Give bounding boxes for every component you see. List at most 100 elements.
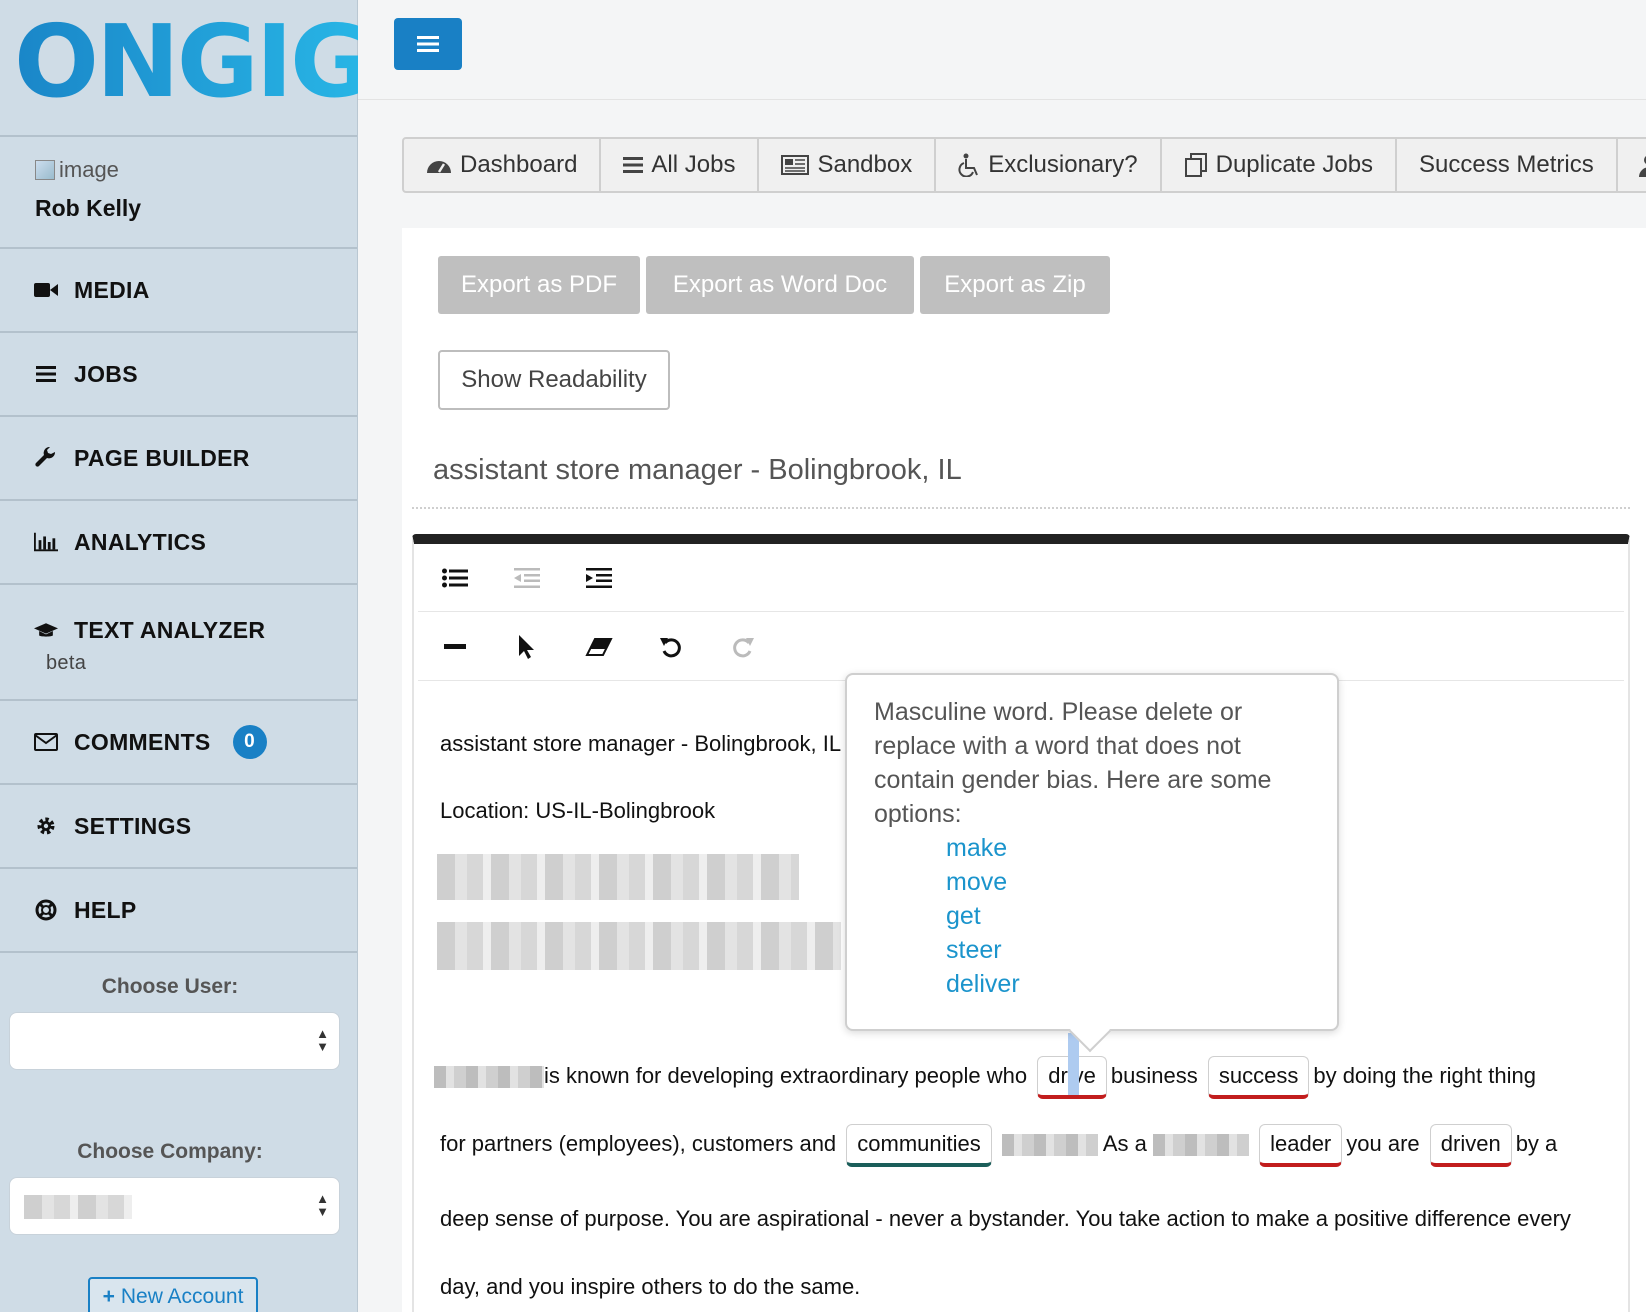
redacted-text-block [437, 854, 799, 900]
redacted-text [1152, 1134, 1249, 1157]
eraser-icon[interactable] [582, 630, 616, 664]
choose-company-select[interactable]: ▲ ▼ [9, 1177, 340, 1235]
sidebar-item-jobs[interactable]: JOBS [0, 333, 357, 417]
tachometer-icon [427, 161, 451, 173]
sidebar-item-comments[interactable]: COMMENTS 0 [0, 701, 357, 785]
tab-label: Success Metrics [1419, 151, 1594, 178]
logo[interactable]: ONGIG [0, 0, 372, 137]
tooltip-message: Masculine word. Please delete or replace… [874, 698, 1272, 828]
menu-toggle-button[interactable] [394, 18, 462, 70]
doc-paragraph-line-3[interactable]: deep sense of purpose. You are aspiratio… [440, 1206, 1571, 1232]
redacted-company-name [434, 1066, 544, 1089]
undo-icon[interactable] [654, 630, 688, 664]
select-arrows-icon: ▲ ▼ [316, 1026, 329, 1054]
choose-company-label: Choose Company: [77, 1140, 263, 1163]
export-zip-button[interactable]: Export as Zip [920, 256, 1110, 314]
bias-suggestion-tooltip: Masculine word. Please delete or replace… [845, 673, 1339, 1053]
sidebar-item-text-analyzer[interactable]: TEXT ANALYZER beta [0, 585, 357, 701]
export-word-button[interactable]: Export as Word Doc [646, 256, 914, 314]
comments-count-badge: 0 [232, 725, 267, 759]
horizontal-rule-icon[interactable] [438, 630, 472, 664]
doc-line-title[interactable]: assistant store manager - Bolingbrook, I… [440, 731, 841, 757]
doc-paragraph-line-2[interactable]: for partners (employees), customers and … [440, 1124, 1557, 1167]
flagged-word-driven[interactable]: driven [1429, 1124, 1512, 1167]
sidebar-item-analytics[interactable]: ANALYTICS [0, 501, 357, 585]
broken-image-icon [35, 160, 55, 180]
doc-text-segment: by a [1515, 1131, 1558, 1156]
redacted-text-block [437, 922, 841, 970]
redo-icon[interactable] [726, 630, 760, 664]
wheelchair-icon [958, 153, 979, 177]
logo-text: ONGIG [14, 3, 372, 120]
suggestion-option[interactable]: make [946, 831, 1310, 865]
sidebar-item-media[interactable]: MEDIA [0, 249, 357, 333]
envelope-icon [34, 730, 58, 754]
video-camera-icon [34, 278, 58, 302]
doc-text-segment: As a [1102, 1131, 1147, 1156]
profile-name: Rob Kelly [35, 195, 142, 221]
tab-duplicate-jobs[interactable]: Duplicate Jobs [1162, 139, 1398, 191]
beta-label: beta [46, 652, 87, 674]
graduation-cap-icon [34, 619, 58, 643]
sidebar-item-label: ANALYTICS [74, 528, 207, 555]
sidebar-item-settings[interactable]: SETTINGS [0, 785, 357, 869]
suggestion-option[interactable]: deliver [946, 967, 1310, 1001]
avatar-alt-text: image [59, 157, 119, 182]
suggestion-option[interactable]: steer [946, 933, 1310, 967]
sidebar-item-help[interactable]: HELP [0, 869, 357, 953]
tab-success-metrics[interactable]: Success Metrics [1397, 139, 1618, 191]
sidebar-item-label: JOBS [74, 360, 138, 387]
editor-toolbar-row-2 [418, 613, 1624, 681]
outdent-icon[interactable] [510, 561, 544, 595]
tab-label: Dashboard [460, 151, 578, 178]
doc-line-location[interactable]: Location: US-IL-Bolingbrook [440, 798, 715, 824]
hamburger-icon [417, 36, 439, 52]
tab-label: Sandbox [817, 151, 913, 178]
sidebar-item-label: COMMENTS [74, 728, 211, 755]
avatar[interactable]: image [35, 157, 357, 183]
show-readability-button[interactable]: Show Readability [438, 350, 670, 410]
sidebar-item-label: MEDIA [74, 276, 150, 303]
sidebar: ONGIG image Rob Kelly MEDIA JOBS PAGE BU… [0, 0, 372, 1312]
tab-users[interactable] [1618, 139, 1646, 191]
flagged-word-communities[interactable]: communities [846, 1124, 992, 1167]
tab-exclusionary[interactable]: Exclusionary? [936, 139, 1162, 191]
tab-all-jobs[interactable]: All Jobs [601, 139, 760, 191]
export-pdf-button[interactable]: Export as PDF [438, 256, 640, 314]
main-tabs: Dashboard All Jobs Sandbox Exclusionary?… [402, 137, 1646, 193]
bar-chart-icon [34, 530, 58, 554]
sidebar-item-label: TEXT ANALYZER [74, 617, 266, 643]
doc-text-segment: you are [1346, 1131, 1420, 1156]
indent-icon[interactable] [582, 561, 616, 595]
plus-icon: + [102, 1285, 115, 1308]
tab-dashboard[interactable]: Dashboard [404, 139, 602, 191]
sidebar-item-page-builder[interactable]: PAGE BUILDER [0, 417, 357, 501]
tab-sandbox[interactable]: Sandbox [759, 139, 937, 191]
suggestion-option[interactable]: move [946, 865, 1310, 899]
gear-icon [34, 814, 58, 838]
choose-user-select[interactable]: ▲ ▼ [9, 1012, 340, 1070]
copy-icon [1184, 153, 1207, 177]
top-bar [358, 0, 1646, 100]
newspaper-icon [781, 155, 810, 175]
doc-paragraph-line-1[interactable]: is known for developing extraordinary pe… [434, 1056, 1536, 1099]
doc-paragraph-line-4[interactable]: day, and you inspire others to do the sa… [440, 1274, 860, 1300]
doc-text-segment: business [1110, 1063, 1198, 1088]
life-ring-icon [34, 898, 58, 922]
doc-text-segment: for partners (employees), customers and [440, 1131, 837, 1156]
tab-label: Duplicate Jobs [1215, 151, 1374, 178]
profile: image Rob Kelly [0, 137, 357, 249]
select-pointer-icon[interactable] [510, 630, 544, 664]
flagged-word-success[interactable]: success [1207, 1056, 1310, 1099]
flagged-word-leader[interactable]: leader [1259, 1124, 1343, 1167]
suggestion-option[interactable]: get [946, 899, 1310, 933]
list-icon [34, 362, 58, 386]
tab-label: Exclusionary? [988, 151, 1138, 178]
text-cursor-highlight [1068, 1033, 1079, 1095]
sidebar-item-label: SETTINGS [74, 812, 192, 839]
new-account-button[interactable]: + New Account [88, 1277, 258, 1312]
page-title: assistant store manager - Bolingbrook, I… [433, 454, 962, 486]
bulleted-list-icon[interactable] [438, 561, 472, 595]
wrench-icon [34, 446, 58, 470]
divider [412, 507, 1630, 509]
